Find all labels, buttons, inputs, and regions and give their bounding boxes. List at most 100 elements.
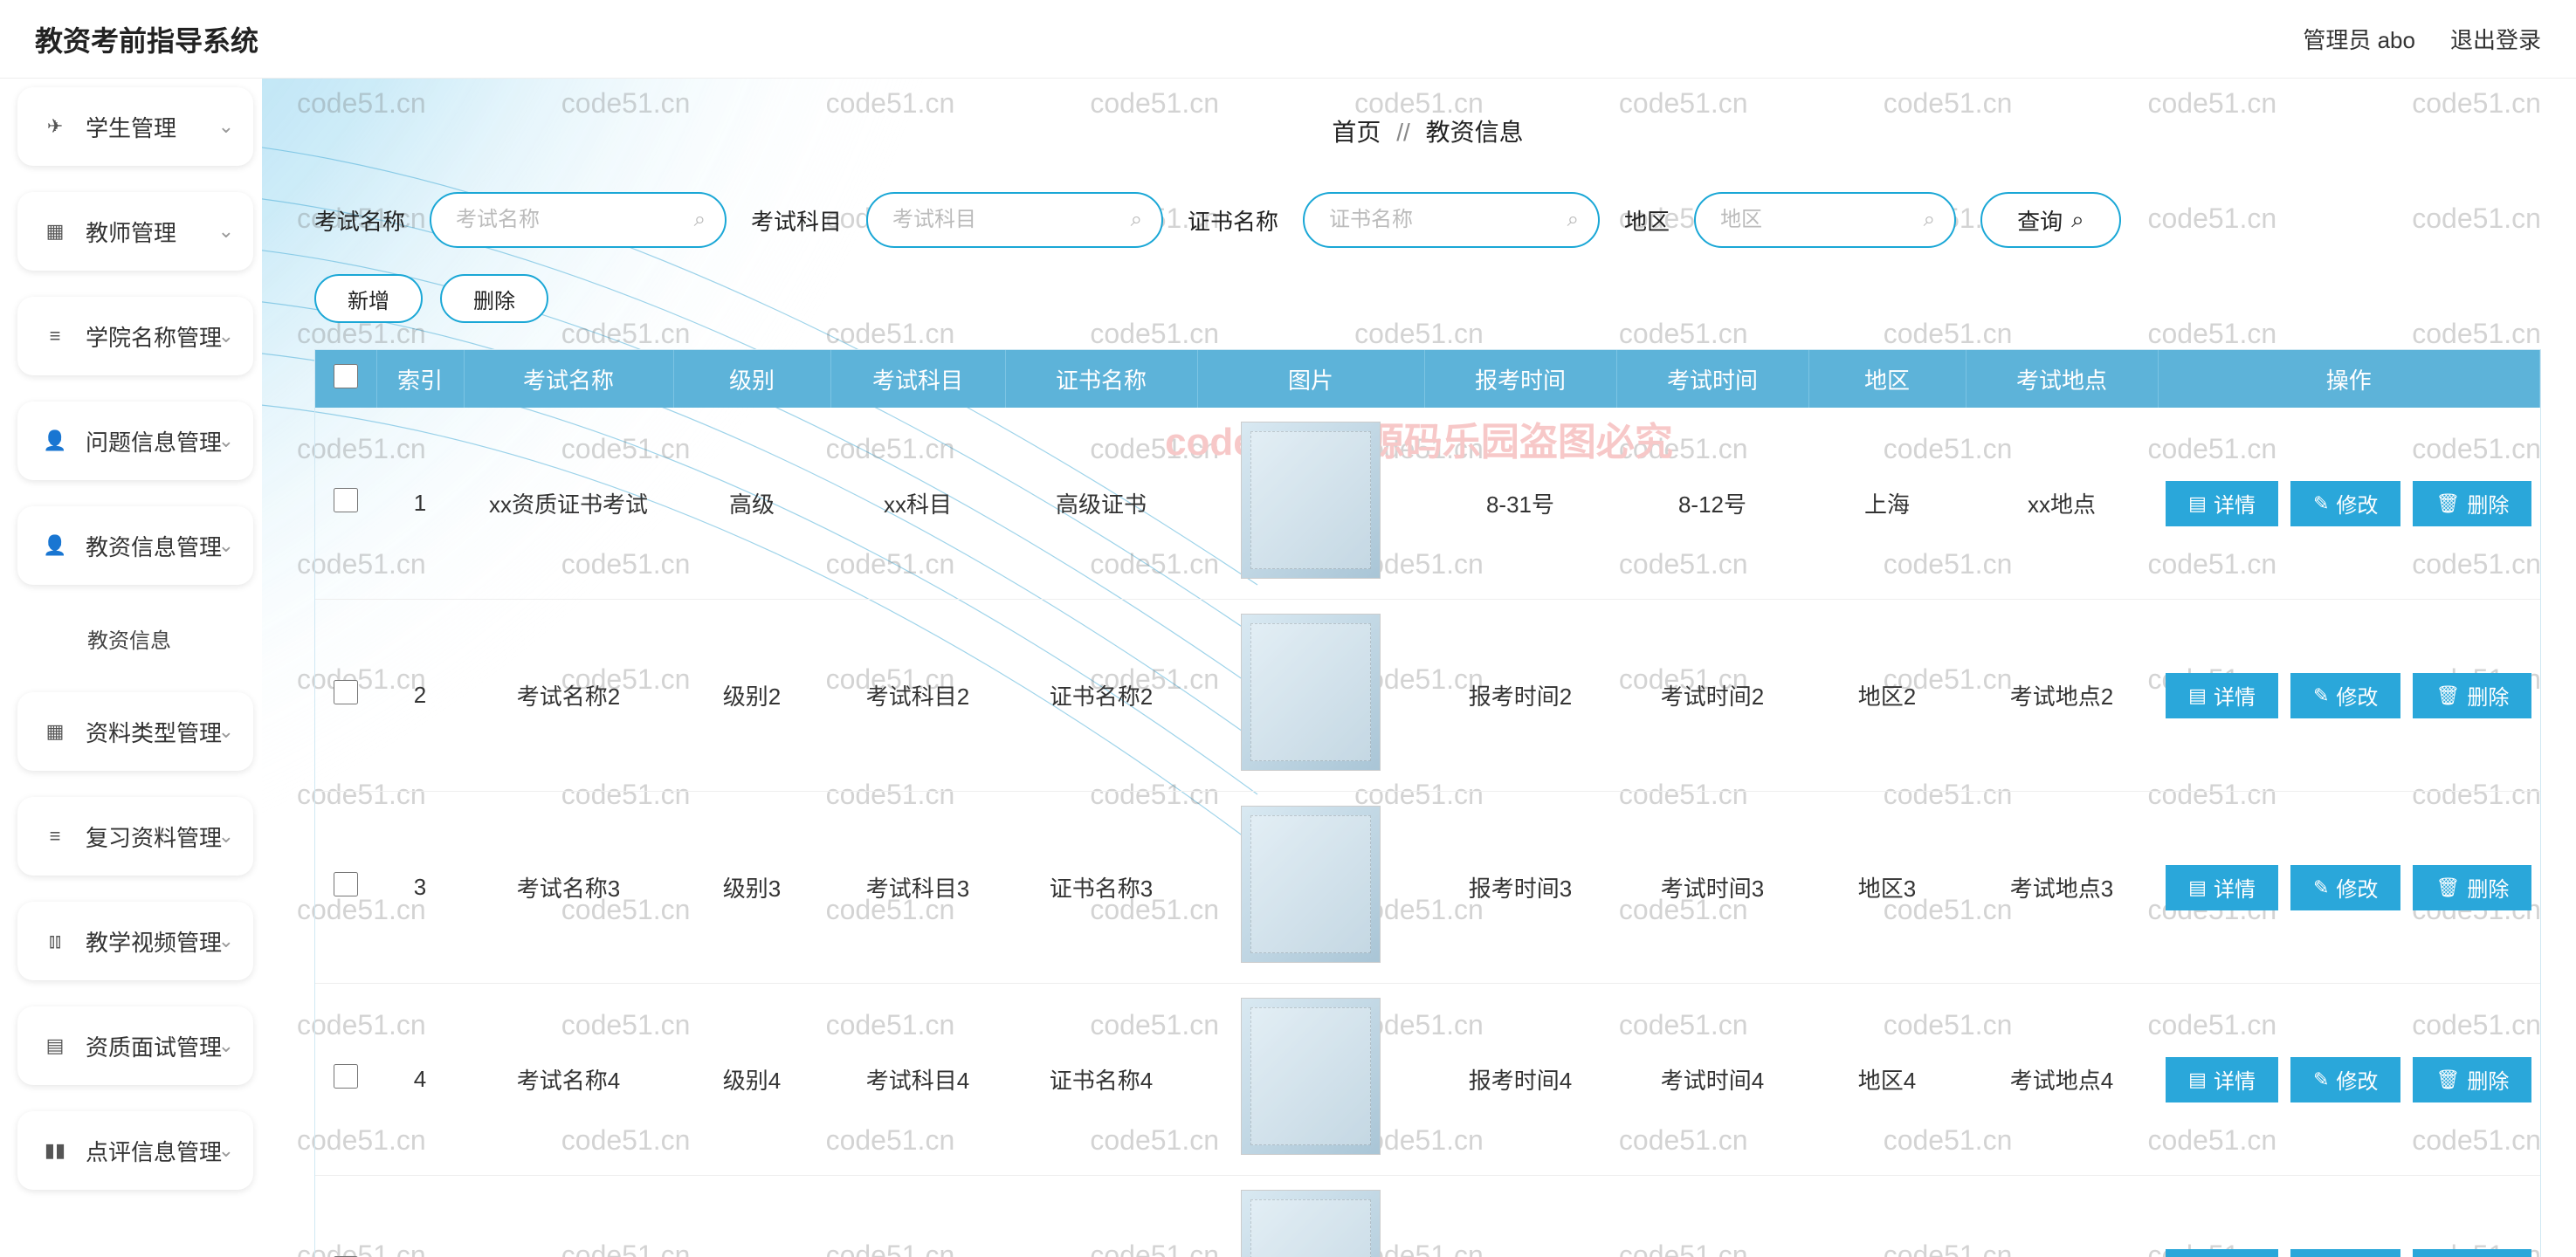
filter-input-cert[interactable] [1303,192,1600,248]
sidebar-item[interactable]: 👤教资信息管理⌄ [17,506,253,585]
edit-button[interactable]: ✎修改 [2290,1057,2400,1102]
cell-image [1197,792,1424,984]
cell-place: 考试地点4 [1966,984,2158,1176]
select-all-checkbox[interactable] [334,364,358,388]
filter-input-subject[interactable] [866,192,1163,248]
sidebar: ✈学生管理⌄▦教师管理⌄≡学院名称管理⌄👤问题信息管理⌄👤教资信息管理⌄ 教资信… [0,79,262,1257]
sidebar-item-label: 学生管理 [86,111,176,143]
row-delete-button[interactable]: 🗑删除 [2413,481,2531,526]
sidebar-item-label: 复习资料管理 [86,821,222,853]
cell-image [1197,408,1424,600]
filter-label-subject: 考试科目 [751,204,842,237]
table-header: 考试时间 [1616,350,1808,408]
add-button[interactable]: 新增 [314,274,423,323]
thumbnail-image [1241,998,1381,1155]
detail-button[interactable]: ▤详情 [2166,1249,2278,1257]
filter-input-area[interactable] [1694,192,1956,248]
cell-cert: 证书名称2 [1005,600,1197,792]
edit-icon: ✎ [2313,876,2329,899]
detail-button[interactable]: ▤详情 [2166,865,2278,910]
cell-apply-time: 报考时间3 [1424,792,1616,984]
sidebar-item-label: 教师管理 [86,216,176,248]
menu-icon: ✈ [40,115,70,138]
row-delete-button[interactable]: 🗑删除 [2413,865,2531,910]
detail-button[interactable]: ▤详情 [2166,673,2278,718]
row-delete-button[interactable]: 🗑删除 [2413,673,2531,718]
cell-name: 考试名称4 [464,984,673,1176]
cell-exam-time: 8-12号 [1616,408,1808,600]
admin-label[interactable]: 管理员 abo [2303,23,2415,55]
trash-icon: 🗑 [2435,492,2460,515]
detail-button[interactable]: ▤详情 [2166,481,2278,526]
edit-button[interactable]: ✎修改 [2290,481,2400,526]
menu-icon: ⫾⫾ [40,930,70,952]
sidebar-item[interactable]: ▦资料类型管理⌄ [17,692,253,771]
sidebar-item[interactable]: ▤资质面试管理⌄ [17,1006,253,1085]
cell-ops: ▤详情 ✎修改 🗑删除 [2158,792,2540,984]
cell-level: 级别3 [673,792,830,984]
chevron-down-icon: ⌄ [218,1034,234,1057]
search-icon: ⌕ [1131,208,1142,232]
filter-label-area: 地区 [1624,204,1670,237]
detail-icon: ▤ [2188,1068,2207,1091]
edit-button[interactable]: ✎修改 [2290,1249,2400,1257]
cell-ops: ▤详情 ✎修改 🗑删除 [2158,600,2540,792]
edit-button[interactable]: ✎修改 [2290,865,2400,910]
cell-level: 级别5 [673,1176,830,1257]
cell-level: 级别4 [673,984,830,1176]
row-checkbox[interactable] [334,680,358,704]
sidebar-item[interactable]: ⫾⫾教学视频管理⌄ [17,902,253,980]
menu-icon: ▦ [40,720,70,743]
table-row: 4 考试名称4 级别4 考试科目4 证书名称4 报考时间4 考试时间4 地区4 … [315,984,2540,1176]
detail-button[interactable]: ▤详情 [2166,1057,2278,1102]
sidebar-item[interactable]: ≡复习资料管理⌄ [17,797,253,876]
row-checkbox[interactable] [334,872,358,896]
sidebar-item[interactable]: ✈学生管理⌄ [17,87,253,166]
table-row: 5 考试名称5 级别5 考试科目5 证书名称5 报考时间5 考试时间5 地区5 … [315,1176,2540,1257]
chevron-down-icon: ⌄ [218,1139,234,1162]
cell-index: 1 [376,408,464,600]
sidebar-item[interactable]: ▦教师管理⌄ [17,192,253,271]
edit-button[interactable]: ✎修改 [2290,673,2400,718]
thumbnail-image [1241,422,1381,579]
row-checkbox[interactable] [334,1064,358,1089]
table-header: 考试地点 [1966,350,2158,408]
cell-subject: 考试科目2 [830,600,1005,792]
logout-link[interactable]: 退出登录 [2450,23,2541,55]
cell-place: xx地点 [1966,408,2158,600]
query-button[interactable]: 查询 ⌕ [1980,192,2121,248]
sidebar-item-label: 教资信息管理 [86,530,222,562]
data-table: 索引考试名称级别考试科目证书名称图片报考时间考试时间地区考试地点操作 1 xx资… [314,349,2541,1257]
trash-icon: 🗑 [2435,876,2460,899]
cell-place: 考试地点5 [1966,1176,2158,1257]
row-checkbox[interactable] [334,488,358,512]
sidebar-item[interactable]: ≡学院名称管理⌄ [17,297,253,375]
crumb-home[interactable]: 首页 [1332,119,1381,146]
filter-input-name[interactable] [430,192,727,248]
edit-icon: ✎ [2313,492,2329,515]
sidebar-sub-active[interactable]: 教资信息 [17,611,253,666]
cell-name: 考试名称3 [464,792,673,984]
sidebar-item[interactable]: 👤问题信息管理⌄ [17,402,253,480]
filter-label-name: 考试名称 [314,204,405,237]
cell-apply-time: 报考时间5 [1424,1176,1616,1257]
sidebar-item[interactable]: ▮▮点评信息管理⌄ [17,1111,253,1190]
cell-name: 考试名称2 [464,600,673,792]
delete-button[interactable]: 删除 [440,274,548,323]
table-header: 报考时间 [1424,350,1616,408]
menu-icon: ≡ [40,825,70,848]
search-icon: ⌕ [1924,208,1935,232]
filter-row: 考试名称 ⌕ 考试科目 ⌕ 证书名称 ⌕ 地区 ⌕ 查询 ⌕ [314,192,2541,248]
cell-image [1197,600,1424,792]
detail-icon: ▤ [2188,492,2207,515]
cell-level: 高级 [673,408,830,600]
row-delete-button[interactable]: 🗑删除 [2413,1057,2531,1102]
sidebar-item-label: 学院名称管理 [86,320,222,353]
row-delete-button[interactable]: 🗑删除 [2413,1249,2531,1257]
cell-apply-time: 报考时间2 [1424,600,1616,792]
thumbnail-image [1241,806,1381,963]
cell-subject: 考试科目3 [830,792,1005,984]
table-header: 索引 [376,350,464,408]
cell-index: 4 [376,984,464,1176]
chevron-down-icon: ⌄ [218,720,234,743]
